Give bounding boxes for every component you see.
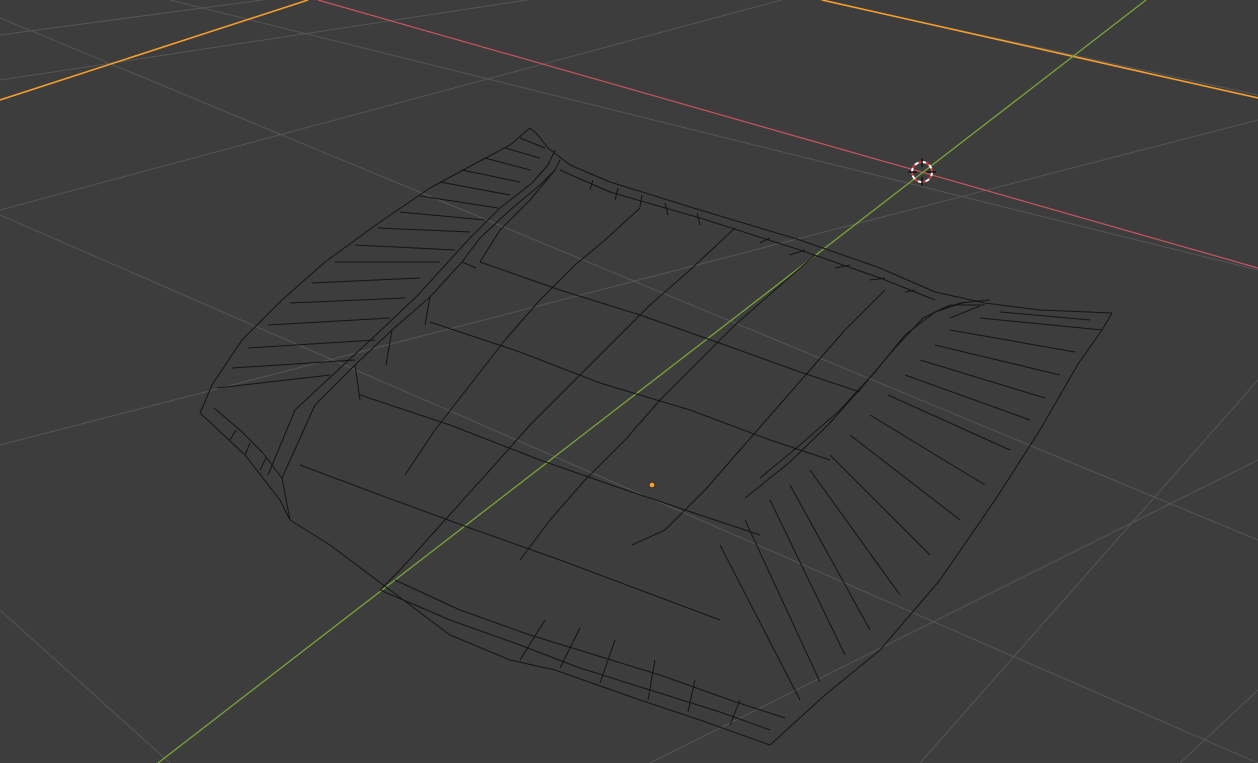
mesh-outline (199, 127, 1113, 746)
floor-grid (0, 0, 1258, 763)
viewport-canvas[interactable] (0, 0, 1258, 763)
selection-outline (0, 0, 1258, 101)
mesh-wireframe[interactable] (199, 127, 1113, 746)
3d-viewport[interactable] (0, 0, 1258, 763)
object-origin-dot[interactable] (648, 481, 656, 489)
x-axis-line (317, 0, 1258, 269)
y-axis-line (157, 0, 1147, 763)
